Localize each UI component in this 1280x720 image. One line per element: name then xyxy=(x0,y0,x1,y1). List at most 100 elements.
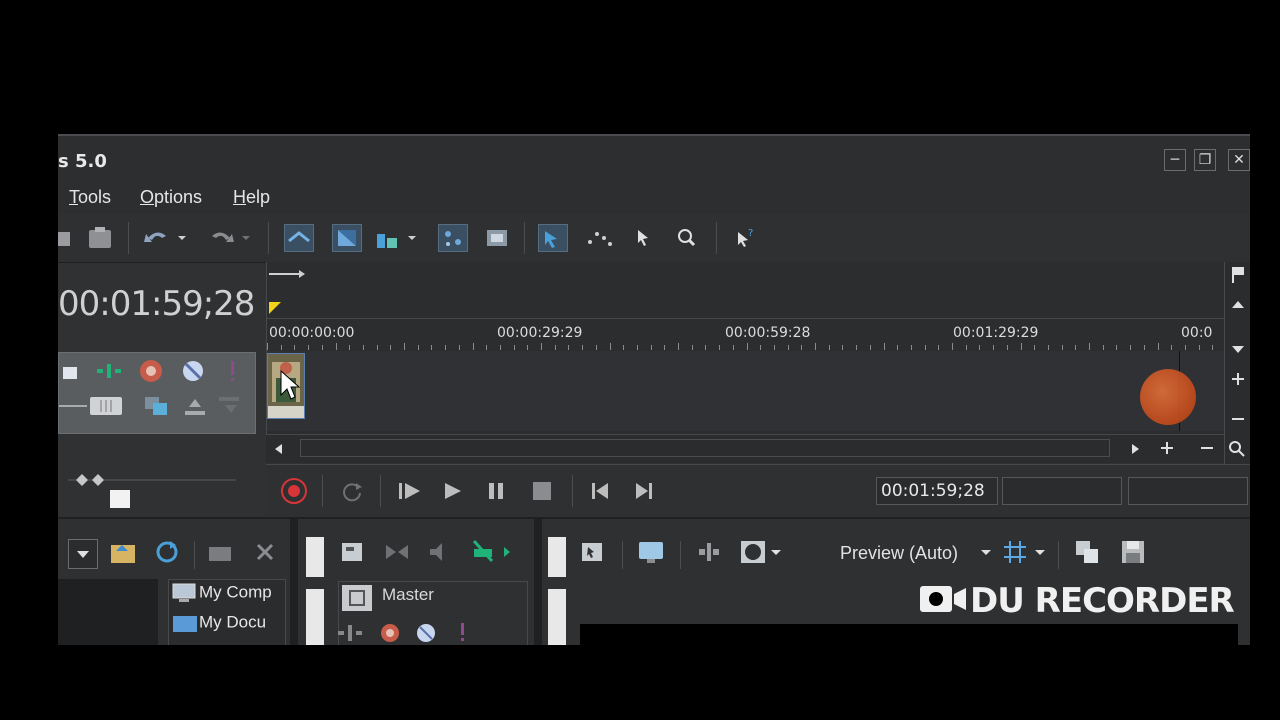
copy-snapshot-icon[interactable] xyxy=(1072,537,1102,567)
make-compositing-child-icon[interactable] xyxy=(183,393,209,423)
zoom-out-time-icon[interactable] xyxy=(1198,439,1216,461)
ruler-tick xyxy=(1212,345,1214,350)
redo-dropdown-icon[interactable] xyxy=(238,224,254,252)
ruler-tick xyxy=(431,345,433,350)
marker-flag-icon[interactable] xyxy=(1227,264,1249,286)
auto-ripple-icon[interactable] xyxy=(284,224,314,252)
go-to-end-button[interactable] xyxy=(630,477,658,505)
master-bus-strip: Master xyxy=(298,579,528,645)
main-toolbar: ? xyxy=(58,214,1250,263)
grid-icon[interactable] xyxy=(1000,537,1030,567)
make-compositing-parent-icon[interactable] xyxy=(217,393,243,423)
ruler-tick xyxy=(897,345,899,350)
selection-start-field[interactable] xyxy=(1002,477,1122,505)
play-button[interactable] xyxy=(438,477,466,505)
menu-help[interactable]: Help xyxy=(233,187,270,208)
overlays-dropdown-icon[interactable] xyxy=(768,537,784,567)
panel-grip[interactable] xyxy=(306,533,324,581)
ruler-tick xyxy=(719,345,721,350)
zoom-out-track-height-icon[interactable] xyxy=(1227,408,1249,430)
up-one-level-icon[interactable] xyxy=(108,537,138,567)
menu-tools[interactable]: Tools xyxy=(69,187,111,208)
external-monitor-icon[interactable] xyxy=(636,537,666,567)
close-button[interactable]: ✕ xyxy=(1228,149,1250,171)
video-track[interactable] xyxy=(267,351,1225,431)
mixer-strip-grip[interactable] xyxy=(306,589,324,645)
refresh-icon[interactable] xyxy=(152,537,182,567)
grid-dropdown-icon[interactable] xyxy=(1032,537,1048,567)
loop-region-bar[interactable] xyxy=(269,266,309,285)
minimize-button[interactable]: ─ xyxy=(1164,149,1186,171)
downmix-icon[interactable] xyxy=(382,537,412,567)
dim-output-icon[interactable] xyxy=(426,537,456,567)
scroll-left-icon[interactable] xyxy=(272,441,286,461)
snapping-dropdown-icon[interactable] xyxy=(404,224,420,252)
zoom-in-time-icon[interactable] xyxy=(1158,439,1176,461)
envelope-tool-icon[interactable] xyxy=(584,224,614,252)
redo-icon[interactable] xyxy=(206,224,236,252)
lock-envelopes-icon[interactable] xyxy=(482,224,512,252)
ruler-tick xyxy=(924,345,926,350)
compositing-icon[interactable] xyxy=(143,393,171,423)
mixer-more-icon[interactable] xyxy=(500,537,516,567)
go-to-start-button[interactable] xyxy=(586,477,614,505)
cursor-marker-icon[interactable] xyxy=(267,300,283,320)
solo-icon[interactable] xyxy=(225,357,241,389)
zoom-tool-icon[interactable] xyxy=(672,224,702,252)
loop-playback-button[interactable] xyxy=(338,477,366,505)
auto-ripple-mode-icon[interactable] xyxy=(438,224,468,252)
insert-bus-icon[interactable] xyxy=(338,537,368,567)
scroll-thumb[interactable] xyxy=(300,439,1110,457)
zoom-tool-small-icon[interactable] xyxy=(1226,438,1248,464)
delete-icon[interactable] xyxy=(250,537,280,567)
paste-icon[interactable] xyxy=(86,224,116,252)
selection-tool-icon[interactable] xyxy=(628,224,658,252)
normal-edit-tool-icon[interactable] xyxy=(538,224,568,252)
new-folder-icon[interactable] xyxy=(206,537,236,567)
ruler-tick xyxy=(650,345,652,350)
ruler-tick xyxy=(513,345,515,350)
tree-item-my-documents[interactable]: My Docu xyxy=(171,612,266,634)
preview-panel-grip[interactable] xyxy=(548,533,566,581)
time-ruler[interactable]: 00:00:00:00 00:00:29:29 00:00:59:28 00:0… xyxy=(267,318,1225,352)
explorer-path-dropdown[interactable] xyxy=(68,539,98,569)
ruler-tick xyxy=(965,345,967,350)
tree-item-my-computer[interactable]: My Comp xyxy=(171,582,272,604)
explorer-file-list[interactable] xyxy=(58,579,158,645)
whats-this-help-icon[interactable]: ? xyxy=(730,224,760,252)
record-button[interactable] xyxy=(280,477,308,505)
split-screen-view-icon[interactable] xyxy=(694,537,724,567)
stop-button[interactable] xyxy=(528,477,556,505)
restore-button[interactable]: ❐ xyxy=(1194,149,1216,171)
undo-dropdown-icon[interactable] xyxy=(174,224,190,252)
preview-quality-dropdown-icon[interactable] xyxy=(978,537,994,567)
undo-icon[interactable] xyxy=(142,224,172,252)
menu-options[interactable]: Options xyxy=(140,187,202,208)
overlays-icon[interactable] xyxy=(738,537,768,567)
mixer-panel: Master xyxy=(298,519,534,645)
scroll-up-icon[interactable] xyxy=(1227,294,1249,316)
timeline-horizontal-scrollbar[interactable] xyxy=(266,434,1224,463)
snapping-icon[interactable] xyxy=(372,224,402,252)
play-from-start-button[interactable] xyxy=(396,477,424,505)
track-motion-icon[interactable] xyxy=(95,361,125,385)
insert-fx-icon[interactable] xyxy=(468,537,498,567)
selection-length-field[interactable] xyxy=(1128,477,1248,505)
preview-quality-label[interactable]: Preview (Auto) xyxy=(840,543,958,564)
copy-icon[interactable] xyxy=(58,224,88,252)
ruler-label: 00:0 xyxy=(1181,325,1213,341)
mute-icon[interactable] xyxy=(179,357,207,389)
pause-button[interactable] xyxy=(482,477,510,505)
scroll-down-icon[interactable] xyxy=(1227,338,1249,360)
auto-crossfade-icon[interactable] xyxy=(332,224,362,252)
save-snapshot-icon[interactable] xyxy=(1118,537,1148,567)
video-output-fx-icon[interactable] xyxy=(578,537,608,567)
transport-timecode[interactable]: 00:01:59;28 xyxy=(876,477,998,505)
master-level-slider[interactable] xyxy=(68,468,238,512)
track-fx-icon[interactable] xyxy=(137,357,165,389)
timeline-area[interactable]: 00:00:00:00 00:00:29:29 00:00:59:28 00:0… xyxy=(266,262,1225,434)
level-slider-icon[interactable] xyxy=(89,395,123,421)
explorer-folder-tree[interactable]: My Comp My Docu xyxy=(168,579,286,645)
scroll-right-icon[interactable] xyxy=(1128,441,1142,461)
zoom-in-track-height-icon[interactable] xyxy=(1227,368,1249,390)
